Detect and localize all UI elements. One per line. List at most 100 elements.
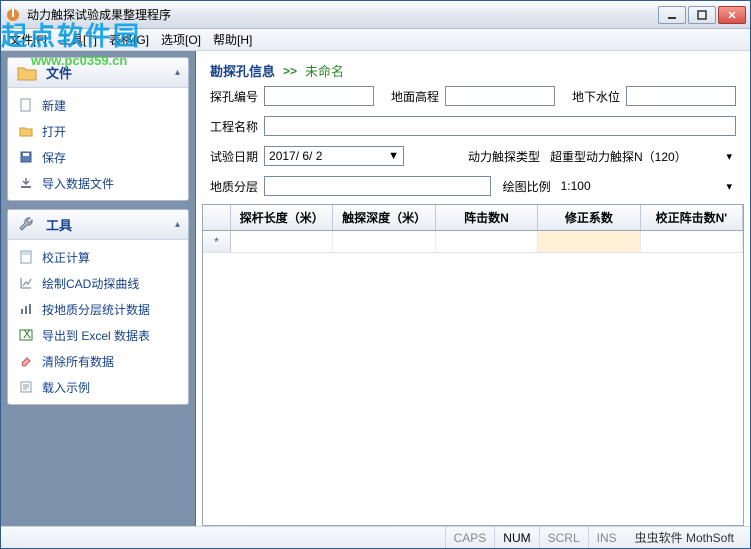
body: 文件 ▴ 新建 打开 保存	[1, 51, 750, 526]
grid-cell[interactable]	[641, 231, 743, 252]
new-file-icon	[18, 97, 34, 113]
panel-tool-header[interactable]: 工具 ▴	[8, 210, 188, 240]
sidebar-item-label: 校正计算	[42, 249, 90, 266]
grid-row-indicator: *	[203, 231, 231, 252]
sample-icon	[18, 379, 34, 395]
sidebar-item-cad-curve[interactable]: 绘制CAD动探曲线	[10, 270, 186, 296]
open-folder-icon	[18, 123, 34, 139]
date-picker[interactable]: 2017/ 6/ 2 ▼	[264, 146, 404, 166]
stats-icon	[18, 301, 34, 317]
panel-file-title: 文件	[46, 63, 175, 82]
statusbar: CAPS NUM SCRL INS 虫虫软件 MothSoft	[1, 526, 750, 548]
panel-file-header[interactable]: 文件 ▴	[8, 58, 188, 88]
grid-col-header[interactable]: 阵击数N	[436, 205, 538, 230]
date-value: 2017/ 6/ 2	[269, 149, 322, 163]
section-label: 勘探孔信息	[210, 61, 275, 80]
sidebar-item-clear[interactable]: 清除所有数据	[10, 348, 186, 374]
menubar: 文件[F] 工具[T] 表格[G] 选项[O] 帮助[H]	[1, 29, 750, 51]
arrow-icon: >>	[283, 64, 297, 78]
data-grid: 探杆长度（米） 触探深度（米） 阵击数N 修正系数 校正阵击数N' *	[202, 204, 744, 526]
form: 探孔编号 地面高程 地下水位 工程名称 试验日期 2017/ 6/	[196, 86, 750, 196]
sidebar-item-new[interactable]: 新建	[10, 92, 186, 118]
app-icon	[5, 7, 21, 23]
water-level-input[interactable]	[626, 86, 736, 106]
project-input[interactable]	[264, 116, 736, 136]
sidebar-item-export-excel[interactable]: X 导出到 Excel 数据表	[10, 322, 186, 348]
sidebar: 文件 ▴ 新建 打开 保存	[1, 51, 196, 526]
grid-body[interactable]: *	[203, 231, 743, 525]
sidebar-item-label: 新建	[42, 97, 66, 114]
grid-cell[interactable]	[333, 231, 435, 252]
chevron-down-icon: ▾	[726, 180, 732, 193]
panel-file: 文件 ▴ 新建 打开 保存	[7, 57, 189, 201]
maximize-button[interactable]	[688, 6, 716, 24]
sidebar-item-calibrate[interactable]: 校正计算	[10, 244, 186, 270]
sidebar-item-import[interactable]: 导入数据文件	[10, 170, 186, 196]
excel-icon: X	[18, 327, 34, 343]
sidebar-item-stats[interactable]: 按地质分层统计数据	[10, 296, 186, 322]
sidebar-item-label: 载入示例	[42, 379, 90, 396]
stratum-input[interactable]	[264, 176, 491, 196]
scale-label: 绘图比例	[503, 178, 551, 195]
grid-cell[interactable]	[538, 231, 640, 252]
scale-combo[interactable]: 1:100 ▾	[557, 176, 736, 196]
probe-type-value: 超重型动力触探N（120）	[550, 148, 687, 165]
chevron-down-icon: ▾	[726, 150, 732, 163]
sidebar-item-label: 清除所有数据	[42, 353, 114, 370]
panel-tool-body: 校正计算 绘制CAD动探曲线 按地质分层统计数据 X 导出到 Excel 数据表	[8, 240, 188, 404]
grid-col-header[interactable]: 探杆长度（米）	[231, 205, 333, 230]
sidebar-item-save[interactable]: 保存	[10, 144, 186, 170]
panel-tool-title: 工具	[46, 215, 175, 234]
sidebar-item-label: 打开	[42, 123, 66, 140]
panel-tool: 工具 ▴ 校正计算 绘制CAD动探曲线 按地质分层统计数据	[7, 209, 189, 405]
menu-help[interactable]: 帮助[H]	[213, 31, 252, 48]
project-label: 工程名称	[210, 118, 258, 135]
window-title: 动力触探试验成果整理程序	[27, 6, 656, 23]
titlebar: 动力触探试验成果整理程序	[1, 1, 750, 29]
svg-text:X: X	[23, 328, 31, 341]
hole-no-label: 探孔编号	[210, 88, 258, 105]
sidebar-item-label: 导出到 Excel 数据表	[42, 327, 150, 344]
probe-type-combo[interactable]: 超重型动力触探N（120） ▾	[546, 146, 736, 166]
grid-col-header[interactable]: 校正阵击数N'	[641, 205, 743, 230]
ground-elev-input[interactable]	[445, 86, 555, 106]
status-caps: CAPS	[445, 527, 495, 548]
tool-icon	[16, 214, 38, 236]
grid-cell[interactable]	[231, 231, 333, 252]
panel-file-body: 新建 打开 保存 导入数据文件	[8, 88, 188, 200]
section-name: 未命名	[305, 61, 344, 80]
chevron-up-icon: ▴	[175, 67, 180, 78]
menu-tool[interactable]: 工具[T]	[59, 31, 97, 48]
main: 勘探孔信息 >> 未命名 探孔编号 地面高程 地下水位 工程名称	[196, 51, 750, 526]
calculator-icon	[18, 249, 34, 265]
grid-header: 探杆长度（米） 触探深度（米） 阵击数N 修正系数 校正阵击数N'	[203, 205, 743, 231]
chevron-up-icon: ▴	[175, 219, 180, 230]
sidebar-item-label: 按地质分层统计数据	[42, 301, 150, 318]
eraser-icon	[18, 353, 34, 369]
sidebar-item-load-sample[interactable]: 载入示例	[10, 374, 186, 400]
status-ins: INS	[588, 527, 625, 548]
probe-type-label: 动力触探类型	[468, 148, 540, 165]
grid-new-row[interactable]: *	[203, 231, 743, 253]
save-icon	[18, 149, 34, 165]
import-icon	[18, 175, 34, 191]
status-num: NUM	[494, 527, 538, 548]
grid-col-header[interactable]: 触探深度（米）	[333, 205, 435, 230]
grid-col-header[interactable]: 修正系数	[538, 205, 640, 230]
menu-table[interactable]: 表格[G]	[109, 31, 149, 48]
grid-corner	[203, 205, 231, 230]
grid-cell[interactable]	[436, 231, 538, 252]
water-level-label: 地下水位	[572, 88, 620, 105]
menu-file[interactable]: 文件[F]	[9, 31, 47, 48]
menu-option[interactable]: 选项[O]	[161, 31, 201, 48]
close-button[interactable]	[718, 6, 746, 24]
ground-elev-label: 地面高程	[391, 88, 439, 105]
app-window: 动力触探试验成果整理程序 文件[F] 工具[T] 表格[G] 选项[O] 帮助[…	[0, 0, 751, 549]
hole-no-input[interactable]	[264, 86, 374, 106]
date-label: 试验日期	[210, 148, 258, 165]
sidebar-item-open[interactable]: 打开	[10, 118, 186, 144]
scale-value: 1:100	[561, 179, 591, 193]
chart-icon	[18, 275, 34, 291]
minimize-button[interactable]	[658, 6, 686, 24]
status-scrl: SCRL	[539, 527, 588, 548]
